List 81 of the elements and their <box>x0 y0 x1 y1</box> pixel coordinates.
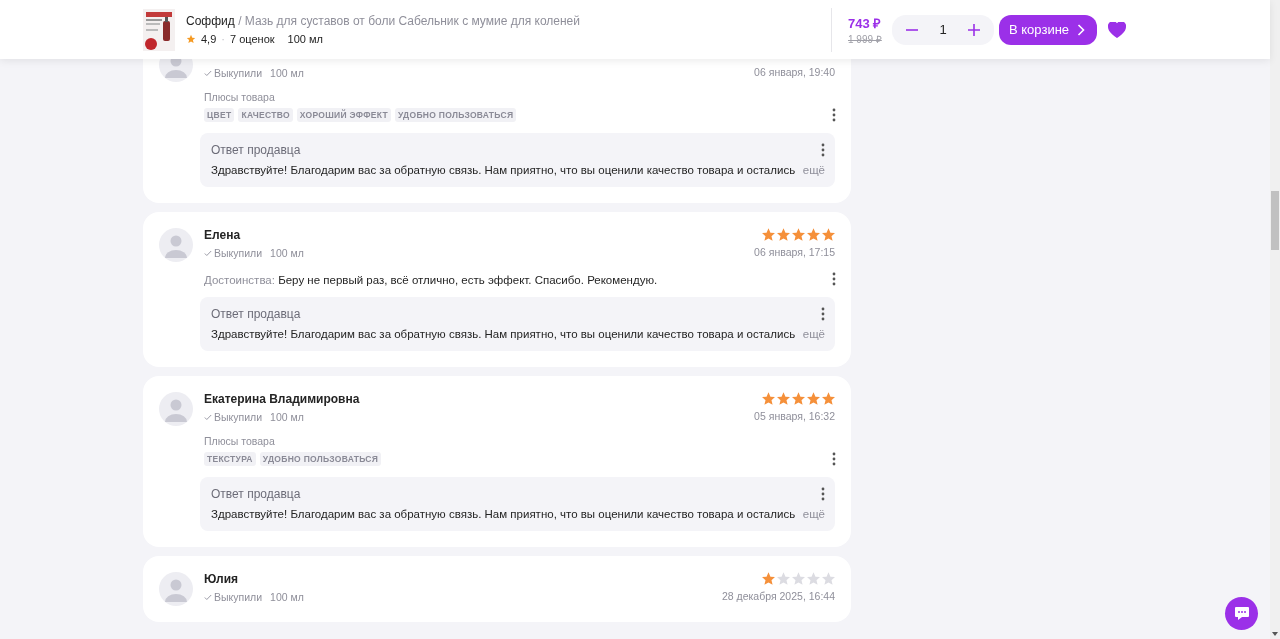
more-link[interactable]: ещё <box>802 328 825 340</box>
tag: УДОБНО ПОЛЬЗОВАТЬСЯ <box>259 452 382 466</box>
tag: УДОБНО ПОЛЬЗОВАТЬСЯ <box>394 108 517 122</box>
reply-title: Ответ продавца <box>211 143 301 157</box>
reviewer-name: Елена <box>204 228 242 242</box>
scrollbar-thumb[interactable] <box>1271 191 1279 250</box>
volume-label: 100 мл <box>270 591 304 603</box>
more-icon[interactable] <box>832 452 836 466</box>
check-icon <box>204 69 212 77</box>
quantity-value: 1 <box>939 22 947 37</box>
plus-icon[interactable] <box>967 22 981 37</box>
volume-label: 100 мл <box>270 67 304 79</box>
volume-label: 100 мл <box>287 33 323 45</box>
more-icon[interactable] <box>821 307 825 321</box>
review-date: 05 января, 16:32 <box>754 410 835 422</box>
more-icon[interactable] <box>821 143 825 157</box>
more-icon[interactable] <box>821 487 825 501</box>
tag: ХОРОШИЙ ЭФФЕКТ <box>296 108 391 122</box>
avatar-icon <box>159 572 193 606</box>
purchased-label: Выкупили <box>214 67 263 79</box>
separator-dot: · <box>221 33 225 45</box>
purchased-label: Выкупили <box>214 411 263 423</box>
review-date: 06 января, 19:40 <box>754 66 835 78</box>
reply-text: Здравствуйте! Благодарим вас за обратную связь. Нам приятно, что вы оценили качество товара и остались <box>211 164 796 176</box>
scrollbar[interactable] <box>1270 0 1280 639</box>
chat-button[interactable] <box>1225 597 1258 630</box>
cart-button[interactable]: В корзине <box>999 14 1097 45</box>
star-icon <box>762 572 775 585</box>
reply-title: Ответ продавца <box>211 307 301 321</box>
star-icon <box>792 572 805 585</box>
pros-label: Плюсы товара <box>204 435 275 447</box>
reply-text: Здравствуйте! Благодарим вас за обратную связь. Нам приятно, что вы оценили качество товара и остались <box>211 508 796 520</box>
star-icon <box>762 392 775 405</box>
review-date: 28 декабря 2025, 16:44 <box>721 590 835 602</box>
tag: ЦВЕТ <box>204 108 235 122</box>
price: 743 ₽ <box>848 14 883 32</box>
reply-title: Ответ продавца <box>211 487 301 501</box>
pros-label: Плюсы товара <box>204 91 275 103</box>
brand-name[interactable]: Соффид <box>186 14 235 28</box>
rating-value: 4,9 <box>201 33 217 45</box>
avatar-icon <box>159 228 193 262</box>
star-icon <box>822 392 835 405</box>
more-link[interactable]: ещё <box>802 508 825 520</box>
star-icon <box>792 392 805 405</box>
star-icon <box>762 228 775 241</box>
scroll-down-icon[interactable] <box>1272 632 1278 636</box>
star-icon <box>777 228 790 241</box>
more-icon[interactable] <box>832 272 836 286</box>
star-icon <box>807 392 820 405</box>
purchased-label: Выкупили <box>214 591 263 603</box>
star-icon <box>186 34 196 44</box>
more-icon[interactable] <box>832 108 836 122</box>
ratings-count: 7 оценок <box>229 33 275 45</box>
check-icon <box>204 413 212 421</box>
star-icon <box>777 392 790 405</box>
star-icon <box>792 228 805 241</box>
purchased-label: Выкупили <box>214 247 263 259</box>
avatar-icon <box>159 392 193 426</box>
star-icon <box>822 572 835 585</box>
volume-label: 100 мл <box>270 247 304 259</box>
tag: КАЧЕСТВО <box>238 108 293 122</box>
tag: ТЕКСТУРА <box>204 452 256 466</box>
heart-icon[interactable] <box>1108 21 1126 38</box>
star-icon <box>807 228 820 241</box>
reviewer-name: Екатерина Владимировна <box>204 392 361 406</box>
review-date: 06 января, 17:15 <box>754 246 835 258</box>
review-text: Беру не первый раз, всё отлично, есть эффект. Спасибо. Рекомендую. <box>278 274 658 286</box>
check-icon <box>204 249 212 257</box>
pros-label: Достоинства: <box>204 274 275 286</box>
chevron-icon <box>1077 23 1085 36</box>
star-icon <box>822 228 835 241</box>
reviewer-name: Юлия <box>204 572 240 586</box>
check-icon <box>204 593 212 601</box>
old-price: 1 999 ₽ <box>848 32 883 46</box>
reply-text: Здравствуйте! Благодарим вас за обратную связь. Нам приятно, что вы оценили качество товара и остались <box>211 328 796 340</box>
volume-label: 100 мл <box>270 411 304 423</box>
more-link[interactable]: ещё <box>802 164 825 176</box>
star-icon <box>807 572 820 585</box>
star-icon <box>777 572 790 585</box>
product-title: / Мазь для суставов от боли Сабельник с мумие для коленей <box>238 14 580 28</box>
chat-icon <box>1233 606 1250 621</box>
